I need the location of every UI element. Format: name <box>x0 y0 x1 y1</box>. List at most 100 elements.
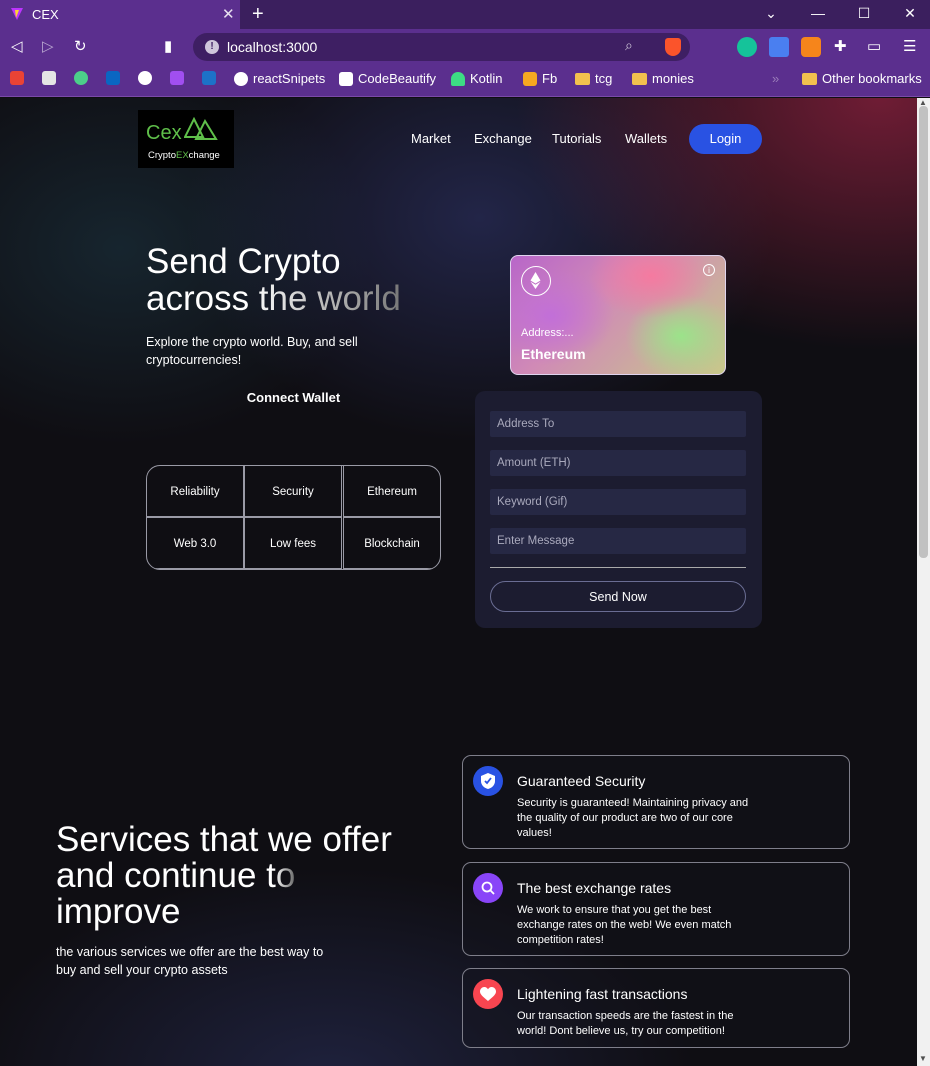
extensions-icon[interactable]: ✚ <box>834 37 847 55</box>
address-to-input[interactable] <box>490 411 746 437</box>
bookmark-app-icon[interactable] <box>170 71 184 85</box>
info-icon[interactable]: i <box>703 264 715 276</box>
bookmarks-bar: reactSnipets CodeBeautify Kotlin Fb tcg … <box>0 65 930 97</box>
metamask-icon[interactable] <box>801 37 821 57</box>
close-window-button[interactable]: ✕ <box>887 0 930 29</box>
wallet-icon[interactable]: ▭ <box>867 37 881 55</box>
logo-triangles-icon <box>184 117 218 140</box>
bookmark-tcg[interactable]: tcg <box>575 71 612 86</box>
service-desc: Our transaction speeds are the fastest i… <box>517 1010 734 1037</box>
fb-icon <box>523 71 537 86</box>
hero-subtitle: Explore the crypto world. Buy, and sell … <box>146 335 358 367</box>
bookmark-icon[interactable]: ▮ <box>164 37 172 55</box>
keyword-input[interactable] <box>490 489 746 515</box>
send-form: Send Now <box>475 391 762 628</box>
login-button[interactable]: Login <box>689 124 762 154</box>
forward-icon[interactable]: ▷ <box>42 37 54 55</box>
logo-subtitle: CryptoEXchange <box>148 150 220 161</box>
services-subtitle: the various services we offer are the be… <box>56 945 324 977</box>
features-grid: Reliability Security Ethereum Web 3.0 Lo… <box>146 465 441 570</box>
notes-bookmark-icon[interactable] <box>42 71 56 85</box>
send-now-button[interactable]: Send Now <box>490 581 746 612</box>
shield-icon <box>473 766 503 796</box>
minimize-button[interactable]: — <box>795 0 841 29</box>
folder-icon <box>632 72 647 85</box>
map-bookmark-icon[interactable] <box>74 71 88 85</box>
service-desc: Security is guaranteed! Maintaining priv… <box>517 797 749 839</box>
feature-cell: Reliability <box>147 466 244 517</box>
connect-wallet-button[interactable]: Connect Wallet <box>146 390 441 405</box>
tab-title: CEX <box>32 7 59 22</box>
services-title-line2: and continue to <box>56 856 296 895</box>
browser-tab[interactable]: CEX ✕ <box>0 0 240 29</box>
zoom-icon[interactable]: ⌕ <box>625 37 633 54</box>
service-card-speed: Lightening fast transactions Our transac… <box>462 968 850 1048</box>
menu-icon[interactable]: ☰ <box>903 37 916 55</box>
page-content: Cex CryptoEXchange Market Exchange Tutor… <box>0 98 917 1066</box>
codebeautify-icon <box>339 71 353 86</box>
service-card-security: Guaranteed Security Security is guarante… <box>462 755 850 849</box>
folder-icon <box>802 72 817 85</box>
bookmark-monies[interactable]: monies <box>632 71 694 86</box>
bookmark-kotlin[interactable]: Kotlin <box>451 71 503 86</box>
services-title-line3: improve <box>56 892 181 931</box>
search-icon <box>473 873 503 903</box>
nav-tutorials[interactable]: Tutorials <box>552 131 601 146</box>
reload-icon[interactable]: ↻ <box>74 37 87 55</box>
feature-cell: Web 3.0 <box>147 517 244 569</box>
address-bar[interactable]: ! localhost:3000 ⌕ <box>193 33 690 61</box>
tab-search-icon[interactable]: ⌄ <box>748 0 794 29</box>
service-desc: We work to ensure that you get the best … <box>517 904 732 946</box>
heart-icon <box>473 979 503 1009</box>
bookmark-fb[interactable]: Fb <box>523 71 557 86</box>
card-address: Address:... <box>521 327 574 339</box>
brave-shields-icon[interactable] <box>665 38 681 56</box>
grammarly-icon[interactable] <box>737 37 757 57</box>
video-bookmark-icon[interactable] <box>202 71 216 85</box>
gmail-bookmark-icon[interactable] <box>10 71 24 85</box>
github-bookmark-icon[interactable] <box>138 71 152 85</box>
nav-wallets[interactable]: Wallets <box>625 131 667 146</box>
folder-icon <box>575 72 590 85</box>
form-divider <box>490 567 746 568</box>
maximize-button[interactable]: ☐ <box>841 0 887 29</box>
scroll-down-icon[interactable]: ▼ <box>919 1054 927 1063</box>
nav-exchange[interactable]: Exchange <box>474 131 532 146</box>
service-card-rates: The best exchange rates We work to ensur… <box>462 862 850 956</box>
android-icon <box>451 71 465 86</box>
nav-market[interactable]: Market <box>411 131 451 146</box>
new-tab-button[interactable]: + <box>252 3 264 26</box>
feature-cell: Ethereum <box>343 466 440 517</box>
ethereum-icon <box>521 266 551 296</box>
service-title: Lightening fast transactions <box>517 986 688 1002</box>
service-title: Guaranteed Security <box>517 773 646 789</box>
logo-text: Cex <box>146 122 182 144</box>
bookmark-other[interactable]: Other bookmarks <box>802 71 922 86</box>
hero-title-line1: Send Crypto <box>146 242 341 281</box>
site-info-icon[interactable]: ! <box>205 40 219 54</box>
back-icon[interactable]: ◁ <box>11 37 23 55</box>
browser-toolbar: ◁ ▷ ↻ ▮ ! localhost:3000 ⌕ ✚ ▭ ☰ <box>0 29 930 65</box>
feature-cell: Low fees <box>244 517 342 569</box>
page-scrollbar[interactable]: ▲ ▼ <box>917 98 930 1066</box>
vite-favicon-icon <box>11 8 23 20</box>
amount-input[interactable] <box>490 450 746 476</box>
bookmark-codebeautify[interactable]: CodeBeautify <box>339 71 436 86</box>
services-title: Services that we offer and continue to i… <box>56 822 392 930</box>
bookmark-reactsnipets[interactable]: reactSnipets <box>234 71 325 86</box>
bookmarks-overflow-icon[interactable]: » <box>772 71 779 86</box>
url-text: localhost:3000 <box>227 39 318 55</box>
feature-cell: Blockchain <box>343 517 440 569</box>
logo[interactable]: Cex CryptoEXchange <box>138 110 234 168</box>
eth-card: i Address:... Ethereum <box>510 255 726 375</box>
hero-title-line2: across the world <box>146 279 401 318</box>
message-input[interactable] <box>490 528 746 554</box>
hero-title: Send Crypto across the world <box>146 243 401 317</box>
github-icon <box>234 71 248 86</box>
tab-close-icon[interactable]: ✕ <box>222 5 235 23</box>
linkedin-bookmark-icon[interactable] <box>106 71 120 85</box>
scrollbar-thumb[interactable] <box>919 106 928 558</box>
card-network: Ethereum <box>521 346 586 362</box>
feature-cell: Security <box>244 466 342 517</box>
translate-icon[interactable] <box>769 37 789 57</box>
